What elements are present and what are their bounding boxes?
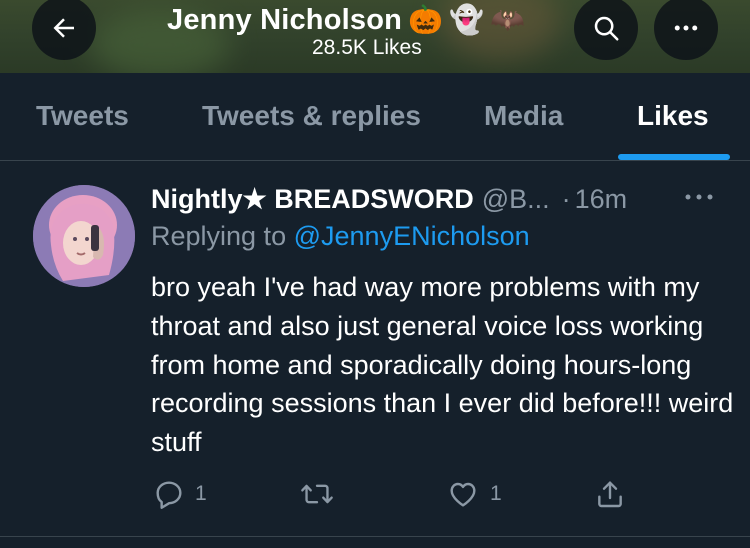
- like-count: 1: [490, 482, 502, 505]
- tab-tweets-and-replies[interactable]: Tweets & replies: [202, 100, 421, 132]
- more-horizontal-icon: [685, 194, 713, 200]
- heart-icon: [450, 482, 476, 507]
- tweet-text: bro yeah I've had way more problems with…: [151, 272, 734, 458]
- tab-tweets[interactable]: Tweets: [36, 100, 129, 132]
- more-button[interactable]: [654, 0, 718, 60]
- tweet-header: Nightly★ BREADSWORD @B... · 16m: [151, 181, 627, 217]
- reply-icon: [156, 481, 182, 509]
- reply-count: 1: [195, 482, 207, 505]
- separator-dot: ·: [561, 183, 571, 214]
- replying-to-prefix: Replying to: [151, 221, 287, 251]
- tweet-divider: [0, 536, 750, 537]
- back-button[interactable]: [32, 0, 96, 60]
- share-icon: [598, 481, 622, 508]
- search-button[interactable]: [574, 0, 638, 60]
- tab-likes[interactable]: Likes: [637, 100, 709, 132]
- profile-name: Jenny Nicholson: [167, 3, 403, 36]
- replying-to-mention[interactable]: @JennyENicholson: [294, 221, 530, 251]
- search-icon: [594, 16, 619, 41]
- tweet-author-name[interactable]: Nightly★ BREADSWORD: [151, 184, 474, 215]
- likes-count: 28.5K Likes: [312, 36, 422, 59]
- retweet-icon: [301, 484, 333, 504]
- tweet-more-button[interactable]: [682, 186, 716, 208]
- tweet-timestamp[interactable]: 16m: [575, 184, 628, 215]
- back-arrow-icon: [53, 18, 74, 38]
- share-button[interactable]: [594, 474, 626, 514]
- avatar[interactable]: [33, 185, 135, 287]
- avatar-illustration: [33, 185, 135, 287]
- bat-emoji: 🦇: [490, 4, 526, 35]
- reply-button[interactable]: 1: [153, 474, 207, 514]
- tab-media[interactable]: Media: [484, 100, 563, 132]
- ghost-emoji: 👻: [449, 4, 485, 35]
- retweet-button[interactable]: [300, 474, 344, 514]
- more-horizontal-icon: [674, 25, 698, 31]
- like-button[interactable]: 1: [446, 474, 502, 514]
- profile-tabs: Tweets Tweets & replies Media Likes: [0, 73, 750, 161]
- profile-header: Jenny Nicholson 🎃 👻 🦇 28.5K Likes: [0, 0, 750, 73]
- pumpkin-emoji: 🎃: [408, 4, 444, 35]
- tweet-author-handle[interactable]: @B...: [482, 184, 550, 215]
- profile-name-row: Jenny Nicholson 🎃 👻 🦇: [167, 2, 525, 38]
- replying-to-line: Replying to @JennyENicholson: [151, 221, 530, 252]
- active-tab-indicator: [618, 154, 730, 160]
